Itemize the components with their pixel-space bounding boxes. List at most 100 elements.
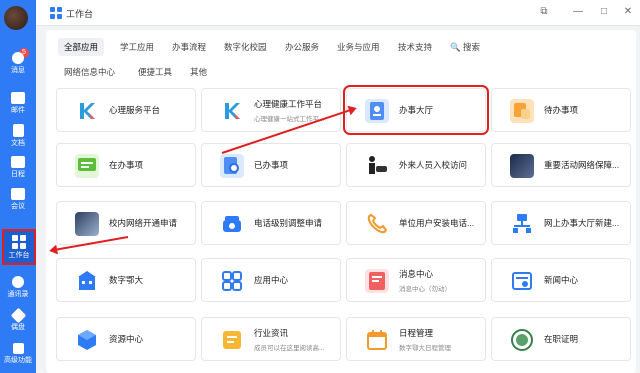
grid-icon xyxy=(220,269,244,293)
app-title: 在职证明 xyxy=(544,334,579,344)
network-photo-icon xyxy=(75,212,99,236)
news-icon xyxy=(510,269,534,293)
document-icon xyxy=(12,124,24,137)
app-title: 新闻中心 xyxy=(544,275,579,285)
calendar-icon xyxy=(11,156,25,168)
app-card-industry-news[interactable]: 行业资讯 成员可以在这里阅读高... xyxy=(201,317,341,361)
app-card-phone-install[interactable]: 单位用户安装电话... xyxy=(346,201,486,245)
sidebar-item-label: 会议 xyxy=(11,203,25,210)
app-title: 消息中心 xyxy=(399,269,434,279)
app-card-news-center[interactable]: 新闻中心 xyxy=(491,258,631,302)
minimize-button[interactable]: — xyxy=(570,4,586,20)
title-bar: 工作台 ⧉ — □ ✕ xyxy=(36,0,640,26)
app-title: 网上办事大厅新建... xyxy=(544,218,620,228)
message-card-icon xyxy=(365,269,389,293)
app-card-phone-level[interactable]: 电话级别调整申请 xyxy=(201,201,341,245)
app-title: 重要活动网络保障... xyxy=(544,160,620,170)
app-title: 电话级别调整申请 xyxy=(254,218,323,228)
app-title: 日程管理 xyxy=(399,328,434,338)
app-title: 应用中心 xyxy=(254,275,289,285)
app-card-psych-work[interactable]: 心理健康工作平台 心理健康一站式工作平... xyxy=(201,88,341,132)
drive-icon xyxy=(10,307,26,324)
app-card-psych-service[interactable]: 心理服务平台 xyxy=(56,88,196,132)
app-card-in-progress[interactable]: 在办事项 xyxy=(56,143,196,187)
pin-window-button[interactable]: ⧉ xyxy=(536,4,552,20)
meeting-icon xyxy=(11,188,25,200)
app-card-service-hall[interactable]: 办事大厅 xyxy=(343,85,489,135)
star-icon xyxy=(12,343,24,354)
document-user-icon xyxy=(365,99,389,123)
sidebar-item-label: 消息 xyxy=(11,67,25,74)
maximize-button[interactable]: □ xyxy=(596,4,612,20)
app-card-digital-campus[interactable]: 数字鄂大 xyxy=(56,258,196,302)
sidebar-item-messages[interactable]: 5 消息 xyxy=(0,46,36,84)
grid-icon xyxy=(12,235,26,249)
phone-handset-icon xyxy=(365,212,389,236)
close-button[interactable]: ✕ xyxy=(620,4,636,20)
sidebar-item-label: 文档 xyxy=(11,140,25,147)
tab-processes[interactable]: 办事流程 xyxy=(166,38,212,56)
tab-all-apps[interactable]: 全部应用 xyxy=(58,38,105,56)
sidebar-item-label: 偶盘 xyxy=(11,324,25,331)
tab-digital-campus[interactable]: 数字化校园 xyxy=(218,38,273,56)
app-title: 心理服务平台 xyxy=(109,105,161,115)
chat-list-icon xyxy=(75,154,99,178)
sidebar-item-label: 高级功能 xyxy=(4,357,32,364)
app-subtitle: 成员可以在这里阅读高... xyxy=(254,345,325,352)
app-title: 办事大厅 xyxy=(399,105,434,115)
app-card-employment-cert[interactable]: 在职证明 xyxy=(491,317,631,361)
sidebar-item-label: 通讯录 xyxy=(7,291,29,298)
search-button[interactable]: 🔍 搜索 xyxy=(444,38,486,56)
avatar[interactable] xyxy=(4,6,28,30)
sidebar-item-label: 工作台 xyxy=(8,252,30,259)
app-title: 心理健康工作平台 xyxy=(254,99,323,109)
app-title: 外来人员入校访问 xyxy=(399,160,468,170)
app-card-todo[interactable]: 待办事项 xyxy=(491,88,631,132)
app-card-schedule[interactable]: 日程管理 数字鄂大日程管理 xyxy=(346,317,486,361)
tab-business-apps[interactable]: 业务与应用 xyxy=(331,38,386,56)
app-card-network-open[interactable]: 校内网络开通申请 xyxy=(56,201,196,245)
contacts-icon xyxy=(12,276,24,288)
sidebar-item-label: 日程 xyxy=(11,171,25,178)
sidebar-item-contacts[interactable]: 通讯录 xyxy=(0,270,36,308)
app-title: 校内网络开通申请 xyxy=(109,218,178,228)
search-document-icon xyxy=(220,154,244,178)
notes-icon xyxy=(220,328,244,352)
tab-tech-support[interactable]: 技术支持 xyxy=(392,38,438,56)
workbench-panel: 全部应用 学工应用 办事流程 数字化校园 办公服务 业务与应用 技术支持 🔍 搜… xyxy=(46,30,636,373)
app-card-message-center[interactable]: 消息中心 消息中心（勿动） xyxy=(346,258,486,302)
sidebar-item-meeting[interactable]: 会议 xyxy=(0,182,36,220)
sidebar-item-advanced[interactable]: 高级功能 xyxy=(0,337,36,373)
app-card-completed[interactable]: 已办事项 xyxy=(201,143,341,187)
phone-icon xyxy=(220,212,244,236)
app-card-resource-center[interactable]: 资源中心 xyxy=(56,317,196,361)
tab-network-center[interactable]: 网络信息中心 xyxy=(58,63,121,81)
app-title: 已办事项 xyxy=(254,160,289,170)
app-card-app-center[interactable]: 应用中心 xyxy=(201,258,341,302)
todo-icon xyxy=(510,99,534,123)
building-icon xyxy=(75,269,99,293)
network-tree-icon xyxy=(510,212,534,236)
tab-tools[interactable]: 便捷工具 xyxy=(132,63,178,81)
workbench-app-icon xyxy=(50,7,62,19)
app-subtitle: 消息中心（勿动） xyxy=(399,286,451,293)
k-logo-icon xyxy=(75,99,99,123)
app-title: 资源中心 xyxy=(109,334,144,344)
k-logo-icon xyxy=(220,99,244,123)
mail-icon xyxy=(11,92,25,104)
app-title: 在办事项 xyxy=(109,160,144,170)
sidebar-item-label: 邮件 xyxy=(11,107,25,114)
app-card-visitor[interactable]: 外来人员入校访问 xyxy=(346,143,486,187)
network-photo-icon xyxy=(510,154,534,178)
tab-student-apps[interactable]: 学工应用 xyxy=(114,38,160,56)
app-card-network-assurance[interactable]: 重要活动网络保障... xyxy=(491,143,631,187)
app-card-online-hall-new[interactable]: 网上办事大厅新建... xyxy=(491,201,631,245)
sidebar-item-workbench[interactable]: 工作台 xyxy=(2,229,36,265)
app-title: 待办事项 xyxy=(544,105,579,115)
tab-office-services[interactable]: 办公服务 xyxy=(279,38,325,56)
seal-icon xyxy=(510,328,534,352)
app-title: 单位用户安装电话... xyxy=(399,218,475,228)
tab-other[interactable]: 其他 xyxy=(184,63,213,81)
app-title: 行业资讯 xyxy=(254,328,289,338)
person-car-icon xyxy=(365,154,389,178)
